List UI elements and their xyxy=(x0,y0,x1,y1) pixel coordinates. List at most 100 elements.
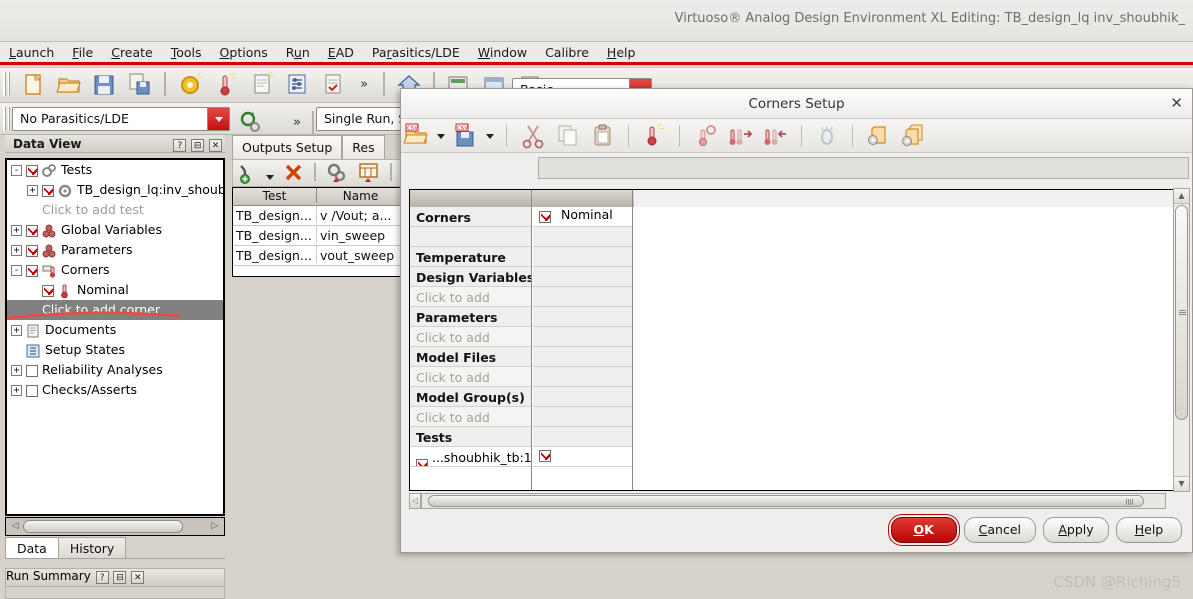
grid-cell-nominal[interactable] xyxy=(533,447,632,467)
run-summary-close-button[interactable]: ✕ xyxy=(131,571,145,584)
hscroll-left-icon[interactable]: ◁ xyxy=(409,493,421,509)
tree-expander[interactable]: + xyxy=(11,225,22,236)
grid-cell-nominal[interactable]: Nominal xyxy=(533,207,632,227)
hscroll-thumb[interactable] xyxy=(428,495,1144,507)
toolbar-grip[interactable] xyxy=(3,72,10,96)
run-summary-help-button[interactable]: ? xyxy=(95,571,109,584)
grid-row-label[interactable]: Click to add xyxy=(410,367,531,387)
open-folder-icon[interactable] xyxy=(54,70,84,100)
grid-row-label[interactable]: Parameters xyxy=(410,307,531,327)
tree-checkbox[interactable] xyxy=(26,364,38,377)
grid-row-label[interactable]: Corners xyxy=(410,207,531,227)
tree-item-checks-asserts[interactable]: + Checks/Asserts xyxy=(7,380,223,400)
menu-tools[interactable]: Tools xyxy=(162,42,211,62)
tree-item-setup-states[interactable]: Setup States xyxy=(7,340,223,360)
toolbar-overflow-button[interactable]: » xyxy=(353,70,375,100)
tree-item-corners[interactable]: - Corners xyxy=(7,260,223,280)
tree-item-reliability-analyses[interactable]: + Reliability Analyses xyxy=(7,360,223,380)
grid-cell-nominal[interactable] xyxy=(533,307,632,327)
tree-expander[interactable]: + xyxy=(27,185,38,196)
nominal-checkbox[interactable] xyxy=(539,450,551,462)
corner-filter-input[interactable] xyxy=(538,157,1189,179)
tab-history[interactable]: History xyxy=(57,537,127,559)
scroll-up-icon[interactable]: ▲ xyxy=(1174,189,1189,204)
grid-row-label[interactable]: Model Files xyxy=(410,347,531,367)
menu-file[interactable]: File xyxy=(63,42,102,62)
grid-row-label[interactable]: Model Group(s) xyxy=(410,387,531,407)
scroll-thumb[interactable] xyxy=(23,520,183,533)
grid-row-label[interactable]: Click to add xyxy=(410,407,531,427)
grid-row-label[interactable]: Click to add xyxy=(410,327,531,347)
grid-cell-nominal[interactable] xyxy=(533,407,632,427)
tree-checkbox[interactable] xyxy=(26,224,38,237)
data-view-hscrollbar[interactable]: ◁ ▷ xyxy=(5,517,225,536)
refresh-gear-icon[interactable] xyxy=(235,107,265,137)
delete-icon[interactable] xyxy=(281,161,307,185)
tree-checkbox[interactable] xyxy=(26,384,38,397)
save-as-icon[interactable] xyxy=(125,70,155,100)
cut-icon[interactable] xyxy=(519,122,547,150)
grid-cell-nominal[interactable] xyxy=(533,427,632,447)
toolbar2-grip[interactable] xyxy=(3,107,10,131)
thermometer-corner-icon[interactable] xyxy=(211,70,241,100)
menu-help[interactable]: Help xyxy=(598,42,645,62)
sweep-icon[interactable] xyxy=(813,122,841,150)
tree-expander[interactable]: - xyxy=(11,265,22,276)
tree-item-parameters[interactable]: + Parameters xyxy=(7,240,223,260)
menu-ead[interactable]: EAD xyxy=(319,42,363,62)
close-icon[interactable]: ✕ xyxy=(1170,94,1183,112)
outputs-table[interactable]: Test Name TB_design... v /Vout; a... TB_des… xyxy=(232,187,407,277)
import-corners-icon[interactable] xyxy=(762,122,790,150)
grid-cell-nominal[interactable] xyxy=(533,247,632,267)
corners-grid[interactable]: Corners Temperature Design Variables Click … xyxy=(409,189,1174,491)
config-files-icon[interactable] xyxy=(900,122,928,150)
grid-cell-nominal[interactable] xyxy=(533,387,632,407)
grid-cell-nominal[interactable] xyxy=(533,367,632,387)
tree-checkbox[interactable] xyxy=(26,164,38,177)
tree-checkbox[interactable] xyxy=(26,244,38,257)
config-file-icon[interactable] xyxy=(865,122,893,150)
tree-expander[interactable]: - xyxy=(11,165,22,176)
undock-button[interactable]: ⊟ xyxy=(191,139,205,152)
grid-row-label[interactable]: ...shoubhik_tb:1 xyxy=(410,447,531,467)
tree-expander[interactable]: + xyxy=(11,245,22,256)
delete-corner-icon[interactable] xyxy=(692,122,720,150)
grid-column-header-nominal[interactable] xyxy=(533,190,633,207)
grid-hscrollbar[interactable] xyxy=(421,493,1166,509)
menu-parasitics-lde[interactable]: Parasitics/LDE xyxy=(363,42,469,62)
export-corners-icon[interactable] xyxy=(727,122,755,150)
tree-item-documents[interactable]: + Documents xyxy=(7,320,223,340)
tree-item-click-to-add-corner[interactable]: Click to add corner xyxy=(7,300,223,320)
setup-gear-icon[interactable] xyxy=(324,161,350,185)
parasitics-combo[interactable]: No Parasitics/LDE xyxy=(12,107,230,131)
add-corner-icon[interactable] xyxy=(640,122,668,150)
table-icon[interactable] xyxy=(356,161,382,185)
scroll-down-icon[interactable]: ▼ xyxy=(1174,476,1189,491)
help-button[interactable]: ? xyxy=(173,139,187,152)
variables-icon[interactable] xyxy=(282,70,312,100)
save-icon[interactable] xyxy=(89,70,119,100)
grid-row-label[interactable]: Click to add xyxy=(410,287,531,307)
paste-icon[interactable] xyxy=(589,122,617,150)
grid-column-header-labels[interactable] xyxy=(410,190,532,207)
tab-data[interactable]: Data xyxy=(5,537,59,559)
tree-expander[interactable]: + xyxy=(11,365,22,376)
ok-button[interactable]: OK xyxy=(890,517,957,543)
outputs-table-row[interactable]: TB_design... vin_sweep xyxy=(233,226,406,246)
menu-create[interactable]: Create xyxy=(102,42,162,62)
add-expression-chevron-down-icon[interactable] xyxy=(265,163,276,187)
add-expression-icon[interactable] xyxy=(234,161,260,185)
data-view-tree[interactable]: - Tests + TB_design_lq:inv_shoubh. Click to … xyxy=(5,158,225,516)
scroll-left-icon[interactable]: ◁ xyxy=(8,520,22,533)
tree-checkbox[interactable] xyxy=(42,284,54,297)
checks-icon[interactable] xyxy=(318,70,348,100)
tree-item-tests[interactable]: - Tests xyxy=(7,160,223,180)
grid-row-label[interactable]: Design Variables xyxy=(410,267,531,287)
grid-cell-nominal[interactable] xyxy=(533,287,632,307)
vscroll-thumb[interactable] xyxy=(1175,205,1188,420)
nominal-checkbox[interactable] xyxy=(539,211,551,223)
menu-launch[interactable]: Launch xyxy=(0,42,63,62)
grid-row-label[interactable]: Tests xyxy=(410,427,531,447)
tree-item-global-variables[interactable]: + Global Variables xyxy=(7,220,223,240)
menu-options[interactable]: Options xyxy=(211,42,277,62)
